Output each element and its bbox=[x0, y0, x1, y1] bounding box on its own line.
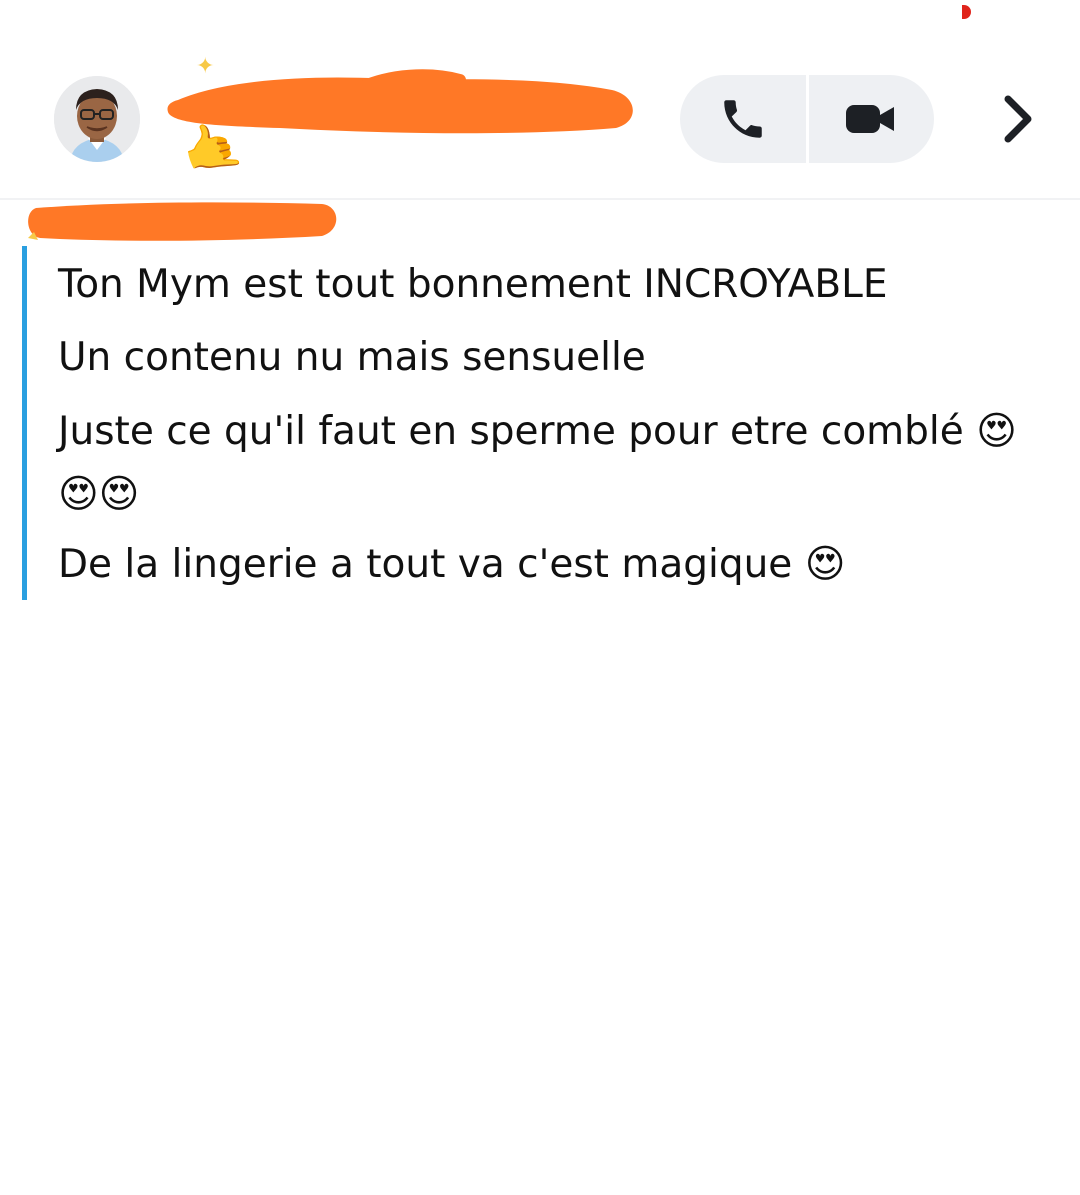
message-line-3: Juste ce qu'il faut en sperme pour etre … bbox=[58, 409, 1017, 454]
chevron-right-icon bbox=[1004, 95, 1032, 143]
chevron-right-button[interactable] bbox=[990, 94, 1048, 144]
bitmoji-avatar-icon bbox=[54, 76, 140, 162]
message-line-2: Un contenu nu mais sensuelle bbox=[58, 335, 646, 380]
status-indicator bbox=[962, 5, 971, 19]
video-call-button[interactable] bbox=[809, 75, 935, 163]
message-line-4: 😍😍 bbox=[58, 472, 140, 517]
call-button-group bbox=[680, 75, 934, 163]
avatar[interactable] bbox=[54, 76, 140, 162]
redacted-sender-name bbox=[28, 202, 337, 241]
video-camera-icon bbox=[846, 105, 895, 133]
chat-header: ✦ 🤙 bbox=[0, 40, 1080, 200]
message-line-1: Ton Mym est tout bonnement INCROYABLE bbox=[58, 262, 888, 307]
chat-screen: ✦ 🤙 Ton Mym est tout bonnement INCROYABL… bbox=[0, 0, 1080, 1195]
message-line-5: De la lingerie a tout va c'est magique 😍 bbox=[58, 542, 846, 587]
phone-icon bbox=[724, 100, 762, 138]
voice-call-button[interactable] bbox=[680, 75, 806, 163]
message-bubble[interactable]: Ton Mym est tout bonnement INCROYABLE Un… bbox=[22, 246, 1067, 600]
